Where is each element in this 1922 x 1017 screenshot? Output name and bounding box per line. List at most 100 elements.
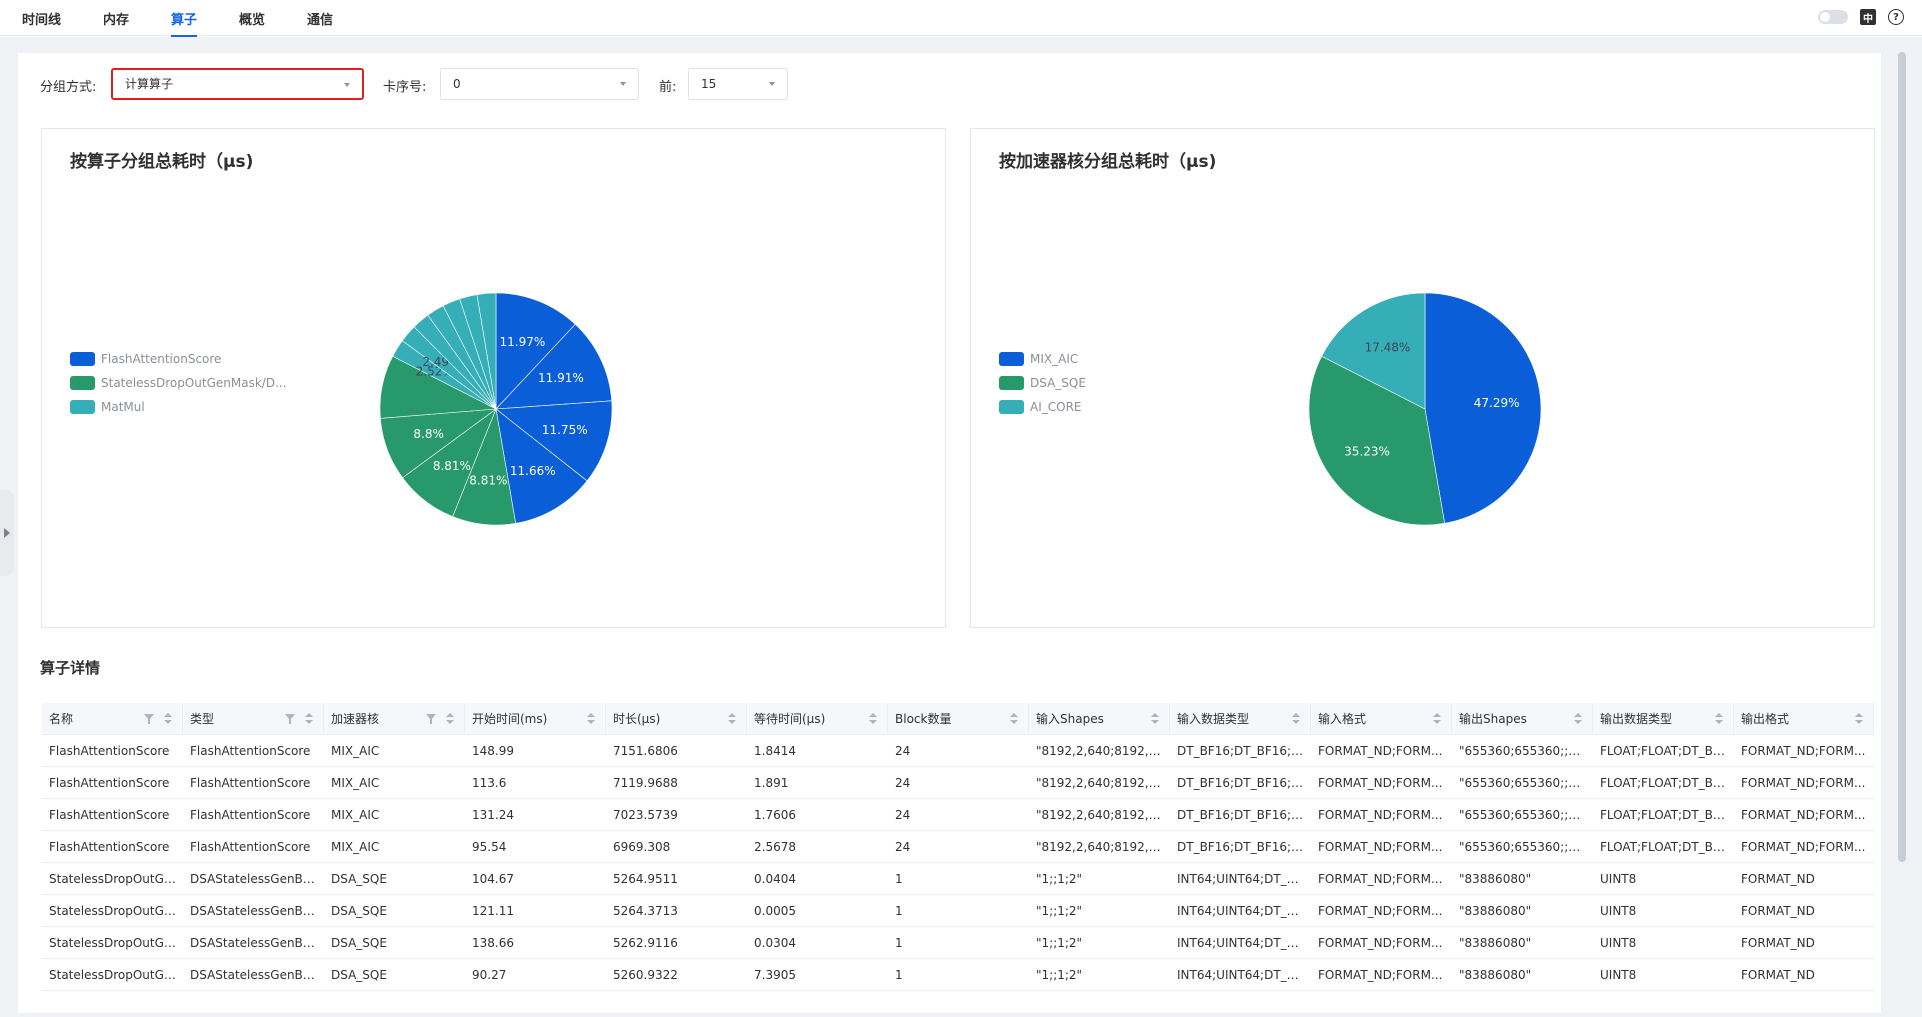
help-icon[interactable]: ? [1888,9,1904,25]
table-cell: StatelessDropOutGe... [49,904,183,918]
column-header[interactable]: 时长(μs) [606,703,747,735]
top-n-select[interactable]: 15 [688,68,788,100]
table-cell: 7023.5739 [613,808,678,822]
column-header[interactable]: 加速器核 [324,703,465,735]
sort-icon[interactable] [1433,713,1441,725]
accelerator-pie-legend: MIX_AIC DSA_SQE AI_CORE [999,347,1086,419]
legend-swatch [70,376,95,390]
sort-icon[interactable] [446,713,454,725]
table-row[interactable]: FlashAttentionScore FlashAttentionScore MI… [42,735,1874,767]
table-cell: 0.0404 [754,872,796,886]
tab-overview[interactable]: 概览 [239,9,265,28]
language-icon[interactable]: 中 [1860,9,1876,25]
sort-icon[interactable] [1151,713,1159,725]
table-cell: 131.24 [472,808,514,822]
table-cell: 1 [895,968,903,982]
table-row[interactable]: FlashAttentionScore FlashAttentionScore MI… [42,799,1874,831]
legend-item[interactable]: DSA_SQE [999,371,1086,395]
table-cell: FLOAT;FLOAT;DT_BF... [1600,840,1730,854]
legend-item[interactable]: MIX_AIC [999,347,1086,371]
tab-timeline[interactable]: 时间线 [22,9,61,28]
table-cell: FORMAT_ND [1741,936,1815,950]
table-cell: DSAStatelessGenBit... [190,872,323,886]
column-header[interactable]: 输出数据类型 [1593,703,1734,735]
sort-icon[interactable] [305,713,313,725]
column-header[interactable]: Block数量 [888,703,1029,735]
table-cell: "1;;1;2" [1036,936,1083,950]
table-cell: 2.5678 [754,840,796,854]
table-cell: 113.6 [472,776,507,790]
filter-icon[interactable] [285,714,295,724]
table-cell: 5264.3713 [613,904,678,918]
table-row[interactable]: StatelessDropOutGe... DSAStatelessGenBit.… [42,863,1874,895]
column-header[interactable]: 等待时间(μs) [747,703,888,735]
legend-item[interactable]: AI_CORE [999,395,1086,419]
theme-toggle[interactable] [1818,10,1848,24]
column-header-label: 名称 [49,712,74,726]
top-right-tools: 中 ? [1818,9,1904,25]
legend-swatch [999,376,1024,390]
sidebar-expand-handle[interactable] [0,490,14,576]
vertical-scrollbar[interactable] [1898,52,1906,862]
sort-icon[interactable] [1715,713,1723,725]
sort-icon[interactable] [869,713,877,725]
table-cell: "8192,2,640;8192,2,... [1036,776,1170,790]
tab-operator[interactable]: 算子 [171,9,198,37]
operator-details-title: 算子详情 [40,659,101,677]
sort-icon[interactable] [728,713,736,725]
card-index-value: 0 [453,77,461,91]
column-header[interactable]: 输出Shapes [1452,703,1593,735]
sort-icon[interactable] [1292,713,1300,725]
column-header[interactable]: 开始时间(ms) [465,703,606,735]
legend-swatch [999,400,1024,414]
table-cell: 1.7606 [754,808,796,822]
table-row[interactable]: FlashAttentionScore FlashAttentionScore MI… [42,767,1874,799]
pie-slice-label: 11.66% [510,464,556,478]
group-by-select[interactable]: 计算算子 [111,68,364,100]
legend-item[interactable]: FlashAttentionScore [70,347,287,371]
sort-icon[interactable] [1855,713,1863,725]
table-cell: UINT8 [1600,968,1637,982]
table-cell: FlashAttentionScore [49,776,170,790]
table-cell: 5262.9116 [613,936,678,950]
sort-icon[interactable] [164,713,172,725]
accelerator-pie-title: 按加速器核分组总耗时（μs) [999,152,1217,172]
table-cell: FlashAttentionScore [190,776,311,790]
filter-icon[interactable] [144,714,154,724]
column-header[interactable]: 名称 [42,703,183,735]
table-cell: FORMAT_ND;FORM... [1741,840,1866,854]
legend-item[interactable]: StatelessDropOutGenMask/D... [70,371,287,395]
sort-icon[interactable] [1574,713,1582,725]
tab-communication[interactable]: 通信 [307,9,333,28]
table-row[interactable]: FlashAttentionScore FlashAttentionScore MI… [42,831,1874,863]
column-header[interactable]: 类型 [183,703,324,735]
sort-icon[interactable] [587,713,595,725]
table-cell: DT_BF16;DT_BF16;D... [1177,776,1311,790]
column-header[interactable]: 输入格式 [1311,703,1452,735]
tab-memory[interactable]: 内存 [103,9,129,28]
table-cell: MIX_AIC [331,808,380,822]
table-row[interactable]: StatelessDropOutGe... DSAStatelessGenBit.… [42,895,1874,927]
table-cell: FlashAttentionScore [190,840,311,854]
card-index-select[interactable]: 0 [440,68,639,100]
table-cell: FORMAT_ND;FORM... [1741,808,1866,822]
table-cell: DT_BF16;DT_BF16;D... [1177,840,1311,854]
table-cell: DT_BF16;DT_BF16;D... [1177,808,1311,822]
legend-label: AI_CORE [1030,400,1082,414]
group-by-value: 计算算子 [125,77,174,91]
legend-item[interactable]: MatMul [70,395,287,419]
filter-icon[interactable] [426,714,436,724]
table-cell: 5264.9511 [613,872,678,886]
table-row[interactable]: StatelessDropOutGe... DSAStatelessGenBit.… [42,927,1874,959]
table-cell: FlashAttentionScore [49,744,170,758]
pie-slice-label: 11.97% [500,335,546,349]
sort-icon[interactable] [1010,713,1018,725]
column-header[interactable]: 输入Shapes [1029,703,1170,735]
column-header[interactable]: 输入数据类型 [1170,703,1311,735]
table-cell: 24 [895,744,911,758]
table-cell: 24 [895,808,911,822]
table-cell: StatelessDropOutGe... [49,872,183,886]
table-cell: UINT8 [1600,936,1637,950]
column-header[interactable]: 输出格式 [1734,703,1874,735]
table-row[interactable]: StatelessDropOutGe... DSAStatelessGenBit.… [42,959,1874,991]
